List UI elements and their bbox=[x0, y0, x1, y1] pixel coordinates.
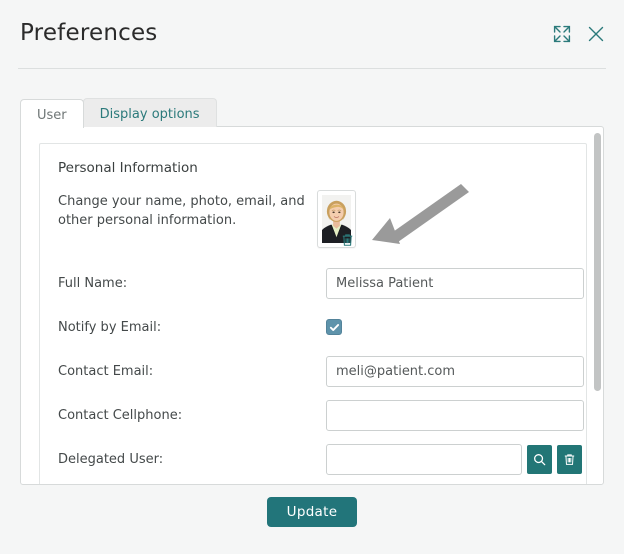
avatar[interactable] bbox=[317, 190, 356, 248]
header-actions bbox=[552, 24, 606, 44]
section-description: Change your name, photo, email, and othe… bbox=[58, 194, 305, 228]
full-name-input[interactable] bbox=[326, 267, 584, 299]
page-title: Preferences bbox=[20, 20, 158, 46]
tab-bar: User Display options bbox=[20, 98, 217, 128]
notify-by-email-checkbox[interactable] bbox=[326, 319, 342, 335]
row-full-name: Full Name: bbox=[58, 266, 584, 300]
row-contact-email: Contact Email: bbox=[58, 354, 584, 388]
section-title: Personal Information bbox=[58, 160, 198, 176]
contact-cellphone-input[interactable] bbox=[326, 399, 584, 431]
field-full-name bbox=[326, 267, 584, 299]
label-delegated-user: Delegated User: bbox=[58, 451, 164, 467]
row-contact-cellphone: Contact Cellphone: bbox=[58, 398, 584, 432]
contact-email-input[interactable] bbox=[326, 355, 584, 387]
label-contact-email: Contact Email: bbox=[58, 363, 154, 379]
row-notify-by-email: Notify by Email: bbox=[58, 310, 568, 344]
delegated-user-input[interactable] bbox=[326, 443, 522, 475]
trash-icon bbox=[563, 453, 576, 466]
label-contact-cellphone: Contact Cellphone: bbox=[58, 407, 183, 423]
tab-display-options[interactable]: Display options bbox=[82, 98, 217, 127]
dialog-footer: Update bbox=[0, 497, 624, 527]
expand-icon[interactable] bbox=[552, 24, 572, 44]
label-full-name: Full Name: bbox=[58, 275, 128, 291]
panel-scrollbar-thumb[interactable] bbox=[594, 133, 601, 391]
field-contact-email bbox=[326, 355, 584, 387]
preferences-scroll-panel: Personal Information Change your name, p… bbox=[20, 126, 604, 485]
delegated-user-delete-button[interactable] bbox=[557, 444, 582, 474]
row-delegated-user: Delegated User: bbox=[58, 442, 582, 476]
search-icon bbox=[533, 453, 546, 466]
trash-icon[interactable] bbox=[341, 233, 354, 247]
field-contact-cellphone bbox=[326, 399, 584, 431]
field-delegated-user bbox=[326, 443, 582, 475]
close-icon[interactable] bbox=[586, 24, 606, 44]
label-notify-by-email: Notify by Email: bbox=[58, 319, 162, 335]
update-button[interactable]: Update bbox=[266, 497, 358, 527]
header-divider bbox=[18, 68, 606, 69]
dialog-header: Preferences bbox=[0, 0, 624, 69]
delegated-user-search-button[interactable] bbox=[527, 444, 552, 474]
panel-content: Personal Information Change your name, p… bbox=[21, 127, 603, 484]
intro-row: Change your name, photo, email, and othe… bbox=[58, 190, 568, 248]
field-notify-by-email bbox=[326, 319, 568, 335]
tab-user[interactable]: User bbox=[20, 99, 84, 128]
personal-information-card: Personal Information Change your name, p… bbox=[39, 143, 587, 484]
panel-scrollbar-track[interactable] bbox=[593, 128, 602, 484]
